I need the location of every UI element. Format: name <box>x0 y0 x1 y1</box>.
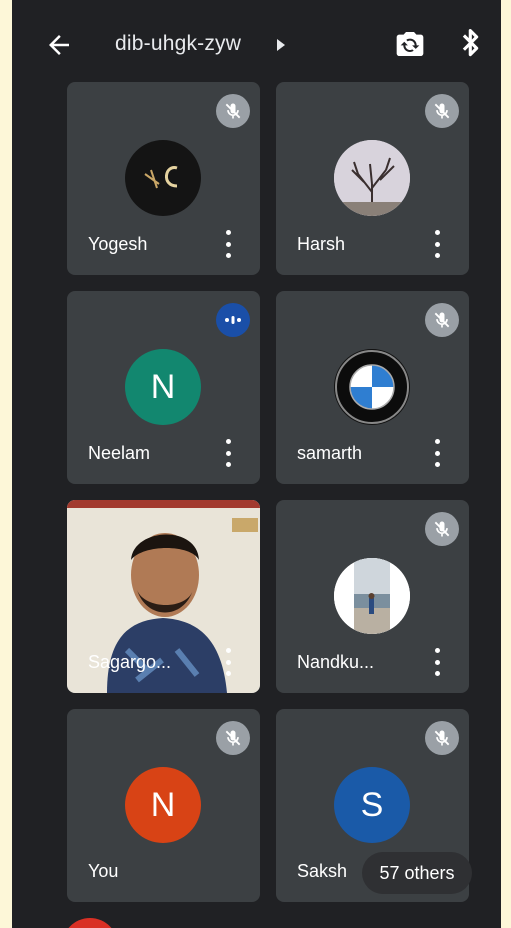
avatar: S <box>334 767 410 843</box>
avatar <box>334 558 410 634</box>
more-options-icon[interactable] <box>220 230 236 258</box>
avatar: N <box>125 767 201 843</box>
caret-right-icon[interactable] <box>276 39 286 51</box>
participant-name: samarth <box>297 443 363 463</box>
participant-name: Neelam <box>88 443 151 463</box>
participant-name: Sagargo... <box>88 652 172 672</box>
tree-avatar-image <box>334 140 410 216</box>
mic-off-icon <box>216 721 250 755</box>
speaking-indicator-icon <box>216 303 250 337</box>
beach-avatar-image <box>334 558 410 634</box>
mic-off-icon <box>425 94 459 128</box>
avatar <box>334 349 410 425</box>
participant-tile[interactable]: Nandku... <box>276 500 469 693</box>
mic-off-icon <box>425 303 459 337</box>
participant-tile-self[interactable]: N You <box>67 709 260 902</box>
more-options-icon[interactable] <box>220 648 236 676</box>
mic-off-icon <box>216 94 250 128</box>
avatar-initial: N <box>150 367 176 406</box>
participant-name: You <box>88 861 119 881</box>
participant-name: Yogesh <box>88 234 148 254</box>
others-count-chip[interactable]: 57 others <box>362 852 472 894</box>
participant-name: Harsh <box>297 234 346 254</box>
camera-switch-icon[interactable] <box>394 28 426 60</box>
top-bar: dib-uhgk-zyw <box>12 0 501 86</box>
meeting-code[interactable]: dib-uhgk-zyw <box>115 32 241 56</box>
avatar-initial: S <box>360 785 384 824</box>
bluetooth-icon[interactable] <box>460 27 482 61</box>
bottom-avatar <box>62 918 118 928</box>
avatar <box>334 140 410 216</box>
participant-video-tile[interactable]: Sagargo... <box>67 500 260 693</box>
avatar: N <box>125 349 201 425</box>
participant-name: Saksh <box>297 861 348 881</box>
participant-name: Nandku... <box>297 652 375 672</box>
bmw-logo-avatar-image <box>335 350 409 424</box>
mic-off-icon <box>425 721 459 755</box>
participant-tile[interactable]: samarth <box>276 291 469 484</box>
more-options-icon[interactable] <box>429 439 445 467</box>
participant-tile[interactable]: Harsh <box>276 82 469 275</box>
logo-avatar-image <box>144 166 178 189</box>
avatar-initial: N <box>150 785 176 824</box>
participant-tile[interactable]: Yogesh <box>67 82 260 275</box>
arrow-back-icon[interactable] <box>44 30 74 60</box>
more-options-icon[interactable] <box>429 230 445 258</box>
participant-tile[interactable]: N Neelam <box>67 291 260 484</box>
avatar <box>125 140 201 216</box>
mic-off-icon <box>425 512 459 546</box>
meet-screen: dib-uhgk-zyw Yogesh Harsh N Neelam samar… <box>12 0 501 928</box>
more-options-icon[interactable] <box>429 648 445 676</box>
more-options-icon[interactable] <box>220 439 236 467</box>
